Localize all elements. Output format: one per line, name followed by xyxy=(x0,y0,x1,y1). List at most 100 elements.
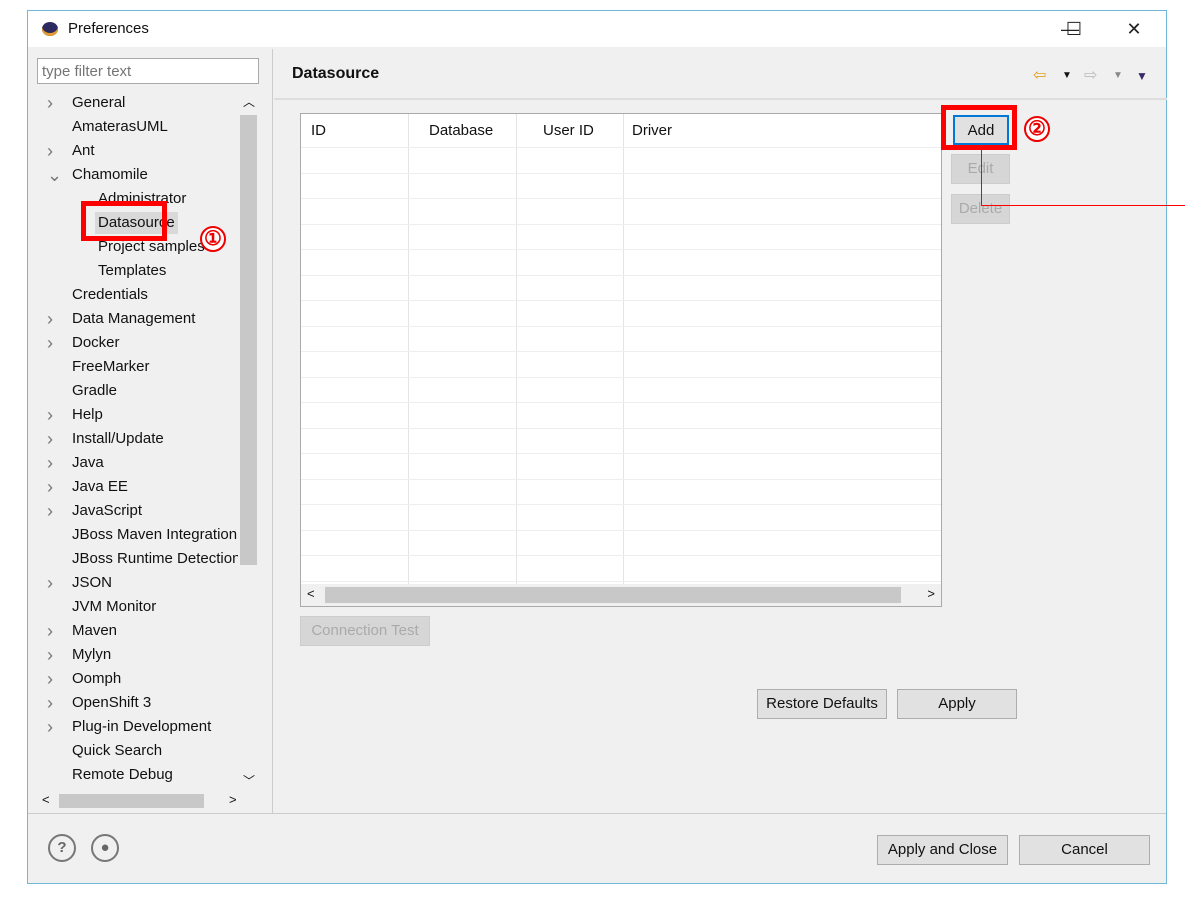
chevron-right-icon[interactable]: › xyxy=(47,476,53,498)
tree-item[interactable]: Remote Debug xyxy=(37,764,239,786)
tree-item[interactable]: JBoss Runtime Detection xyxy=(37,548,239,570)
table-horizontal-scrollbar[interactable]: < > xyxy=(301,584,941,606)
annotation-line xyxy=(981,205,1185,206)
tree-item-label: Mylyn xyxy=(72,646,112,663)
tree-item[interactable]: › Help xyxy=(37,404,239,426)
column-header-id[interactable]: ID xyxy=(311,122,326,139)
table-row[interactable] xyxy=(301,376,941,378)
column-divider xyxy=(623,114,624,584)
table-row[interactable] xyxy=(301,198,941,199)
scroll-thumb[interactable] xyxy=(59,794,204,808)
tree-item[interactable]: › General xyxy=(37,92,239,114)
tree-item[interactable]: › JavaScript xyxy=(37,500,239,522)
tree-item[interactable]: ⌄ Chamomile xyxy=(37,164,239,186)
chevron-right-icon[interactable]: › xyxy=(47,500,53,522)
table-row[interactable] xyxy=(301,504,941,505)
scroll-left-icon[interactable]: < xyxy=(42,792,50,807)
table-row[interactable] xyxy=(301,580,941,582)
column-header-user-id[interactable]: User ID xyxy=(543,122,594,139)
tree-item[interactable]: › Plug-in Development xyxy=(37,716,239,738)
tree-item-label: Plug-in Development xyxy=(72,718,212,735)
scroll-thumb[interactable] xyxy=(325,587,901,603)
chevron-right-icon[interactable]: › xyxy=(47,716,53,738)
table-row[interactable] xyxy=(301,427,941,429)
tree-item[interactable]: › Docker xyxy=(37,332,239,354)
back-dropdown-icon[interactable]: ▼ xyxy=(1062,70,1072,81)
tree-item-label: Docker xyxy=(72,334,120,351)
chevron-right-icon[interactable]: › xyxy=(47,92,53,114)
highlight-box-datasource xyxy=(81,201,167,241)
tree-item[interactable]: Credentials xyxy=(37,284,239,306)
chevron-right-icon[interactable]: › xyxy=(47,620,53,642)
chevron-right-icon[interactable]: › xyxy=(47,428,53,450)
table-row[interactable] xyxy=(301,147,941,148)
tree-item[interactable]: › Data Management xyxy=(37,308,239,330)
column-header-driver[interactable]: Driver xyxy=(632,122,672,139)
chevron-right-icon[interactable]: › xyxy=(47,692,53,714)
table-row[interactable] xyxy=(301,300,941,301)
column-header-database[interactable]: Database xyxy=(429,122,493,139)
tree-horizontal-scrollbar[interactable]: < > xyxy=(37,791,259,811)
menu-icon[interactable]: ▼ xyxy=(1136,69,1148,83)
scroll-up-icon[interactable]: ︿ xyxy=(243,93,255,110)
table-row[interactable] xyxy=(301,402,941,403)
filter-input[interactable] xyxy=(37,58,259,84)
chevron-right-icon[interactable]: › xyxy=(47,644,53,666)
tree-vertical-scrollbar[interactable]: ︿ ﹀ xyxy=(238,91,259,791)
restore-defaults-button[interactable]: Restore Defaults xyxy=(757,689,887,719)
tree-item[interactable]: › Mylyn xyxy=(37,644,239,666)
tree-item[interactable]: JVM Monitor xyxy=(37,596,239,618)
tree-item[interactable]: Quick Search xyxy=(37,740,239,762)
table-row[interactable] xyxy=(301,555,941,556)
back-arrow-icon[interactable]: ⇦ xyxy=(1033,65,1046,85)
tree-item[interactable]: › Java EE xyxy=(37,476,239,498)
chevron-right-icon[interactable]: › xyxy=(47,308,53,330)
tree-item[interactable]: › OpenShift 3 xyxy=(37,692,239,714)
chevron-down-icon[interactable]: ⌄ xyxy=(47,164,62,186)
connection-test-button[interactable]: Connection Test xyxy=(300,616,430,646)
chevron-right-icon[interactable]: › xyxy=(47,140,53,162)
table-row[interactable] xyxy=(301,249,941,250)
chevron-right-icon[interactable]: › xyxy=(47,668,53,690)
tree-item[interactable]: › JSON xyxy=(37,572,239,594)
chevron-right-icon[interactable]: › xyxy=(47,404,53,426)
tree-item[interactable]: › Oomph xyxy=(37,668,239,690)
table-row[interactable] xyxy=(301,453,941,454)
tree-item[interactable]: FreeMarker xyxy=(37,356,239,378)
tree-item[interactable]: JBoss Maven Integration xyxy=(37,524,239,546)
tree-item[interactable]: › Java xyxy=(37,452,239,474)
tree-item[interactable]: › Ant xyxy=(37,140,239,162)
table-row[interactable] xyxy=(301,529,941,531)
scroll-down-icon[interactable]: ﹀ xyxy=(243,772,255,789)
tree-item[interactable]: › Install/Update xyxy=(37,428,239,450)
tree-item[interactable]: Templates xyxy=(37,260,239,282)
forward-arrow-icon[interactable]: ⇨ xyxy=(1084,65,1097,85)
datasource-table[interactable]: ID Database User ID Driver < > xyxy=(300,113,942,607)
forward-dropdown-icon[interactable]: ▼ xyxy=(1113,70,1123,81)
scroll-left-icon[interactable]: < xyxy=(307,586,315,601)
annotation-line xyxy=(981,150,982,206)
tree-item[interactable]: AmaterasUML xyxy=(37,116,239,138)
table-row[interactable] xyxy=(301,172,941,174)
tree-item[interactable]: › Maven xyxy=(37,620,239,642)
maximize-button[interactable]: ☐ xyxy=(1054,15,1094,43)
apply-and-close-button[interactable]: Apply and Close xyxy=(877,835,1008,865)
scroll-thumb[interactable] xyxy=(240,115,257,565)
chevron-right-icon[interactable]: › xyxy=(47,572,53,594)
table-row[interactable] xyxy=(301,223,941,225)
import-export-icon[interactable]: ● xyxy=(91,834,119,862)
tree-item[interactable]: Gradle xyxy=(37,380,239,402)
scroll-right-icon[interactable]: > xyxy=(229,792,237,807)
close-button[interactable]: ✕ xyxy=(1114,15,1154,43)
chevron-right-icon[interactable]: › xyxy=(47,452,53,474)
cancel-button[interactable]: Cancel xyxy=(1019,835,1150,865)
apply-button[interactable]: Apply xyxy=(897,689,1017,719)
chevron-right-icon[interactable]: › xyxy=(47,332,53,354)
table-row[interactable] xyxy=(301,478,941,480)
scroll-right-icon[interactable]: > xyxy=(927,586,935,601)
table-row[interactable] xyxy=(301,351,941,352)
footer-separator xyxy=(28,813,1166,814)
help-icon[interactable]: ? xyxy=(48,834,76,862)
table-row[interactable] xyxy=(301,274,941,276)
table-row[interactable] xyxy=(301,325,941,327)
